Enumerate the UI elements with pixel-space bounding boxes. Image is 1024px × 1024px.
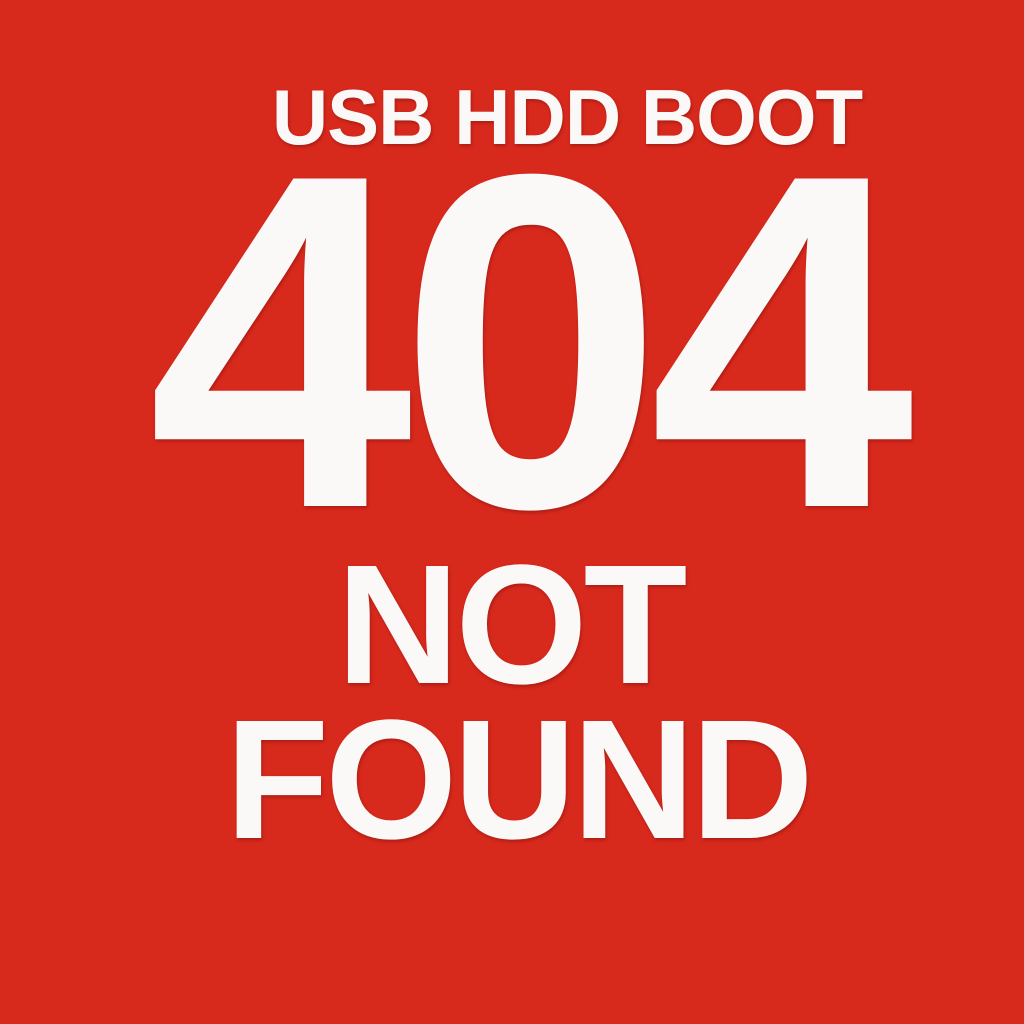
error-code: 404: [147, 75, 914, 607]
error-message-line-2: FOUND: [225, 685, 813, 875]
boot-error-screen: USB HDD BOOT 404 NOT FOUND: [0, 0, 1024, 1024]
error-message-line-1: NOT: [336, 530, 688, 720]
